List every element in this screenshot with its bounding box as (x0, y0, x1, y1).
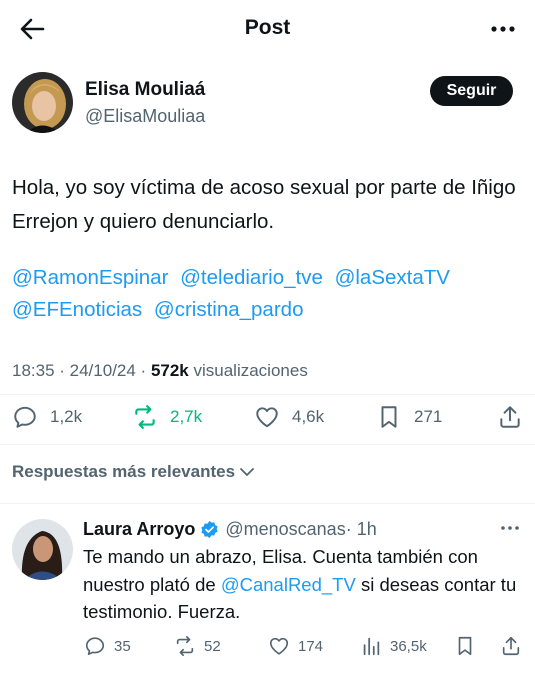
share-icon (502, 636, 520, 656)
replies-sort-label: Respuestas más relevantes (12, 462, 236, 481)
post-metadata: 18:35 · 24/10/24 · 572k visualizaciones (12, 361, 308, 381)
reply-button[interactable]: 1,2k (12, 404, 82, 430)
mention-link[interactable]: @telediario_tve (180, 266, 323, 289)
repost-button[interactable]: 2,7k (132, 404, 202, 430)
top-bar: Post (0, 0, 535, 58)
post-timestamp[interactable]: 18:35 · 24/10/24 · (12, 361, 151, 380)
reply-time[interactable]: · 1h (346, 519, 377, 540)
like-count: 4,6k (292, 407, 325, 426)
repost-count: 2,7k (170, 407, 203, 426)
views-label: visualizaciones (188, 361, 308, 380)
reply-header: Laura Arroyo @menoscanas · 1h (83, 519, 377, 540)
heart-icon (269, 637, 289, 655)
reply-like-count: 174 (298, 637, 324, 655)
reply-bookmark-button[interactable] (454, 635, 476, 657)
divider (0, 394, 535, 395)
author-avatar[interactable] (12, 72, 73, 133)
reply-like-button[interactable]: 174 (268, 635, 323, 657)
post-mentions: @RamonEspinar @telediario_tve @laSextaTV… (12, 262, 527, 326)
reply-author-handle[interactable]: @menoscanas (225, 519, 345, 540)
share-icon (500, 406, 520, 428)
reply-icon (85, 637, 105, 656)
reply-icon (14, 406, 36, 428)
reply-repost-button[interactable]: 52 (174, 635, 221, 657)
mention-link[interactable]: @RamonEspinar (12, 266, 168, 289)
reply-text: Te mando un abrazo, Elisa. Cuenta tambié… (83, 543, 523, 626)
post-text: Hola, yo soy víctima de acoso sexual por… (12, 176, 516, 233)
mention-link[interactable]: @cristina_pardo (154, 298, 304, 321)
reply-share-button[interactable] (500, 635, 522, 657)
follow-button[interactable]: Seguir (430, 76, 513, 106)
like-button[interactable]: 4,6k (254, 404, 324, 430)
reply-more-options-icon[interactable] (499, 520, 521, 536)
views-count: 572k (150, 361, 189, 380)
reply-views-button[interactable]: 36,5k (360, 635, 427, 657)
bookmark-icon (381, 406, 397, 428)
bookmark-button[interactable]: 271 (376, 404, 442, 430)
repost-icon (176, 636, 194, 656)
bookmark-count: 271 (414, 407, 443, 426)
author-handle[interactable]: @ElisaMouliaa (85, 106, 205, 127)
bookmark-icon (458, 636, 472, 656)
more-options-icon[interactable] (489, 16, 517, 42)
reply-reply-count: 35 (114, 637, 131, 655)
page-title: Post (244, 16, 291, 39)
views-chart-icon (363, 637, 380, 656)
author-name[interactable]: Elisa Mouliaá (85, 79, 205, 101)
reply-author-avatar[interactable] (12, 519, 73, 580)
share-button[interactable] (497, 404, 523, 430)
replies-sort-dropdown[interactable]: Respuestas más relevantes (12, 462, 256, 482)
heart-icon (256, 407, 278, 428)
reply-repost-count: 52 (204, 637, 221, 655)
divider (0, 444, 535, 445)
divider (0, 503, 535, 504)
mention-link[interactable]: @EFEnoticias (12, 298, 142, 321)
mention-link[interactable]: @CanalRed_TV (221, 574, 356, 595)
reply-views-count: 36,5k (390, 637, 427, 655)
mention-link[interactable]: @laSextaTV (335, 266, 450, 289)
reply-count: 1,2k (50, 407, 83, 426)
reply-reply-button[interactable]: 35 (84, 635, 131, 657)
verified-badge-icon (201, 520, 218, 539)
reply-author-name[interactable]: Laura Arroyo (83, 519, 195, 540)
repost-icon (135, 405, 155, 429)
chevron-down-icon (240, 468, 254, 476)
